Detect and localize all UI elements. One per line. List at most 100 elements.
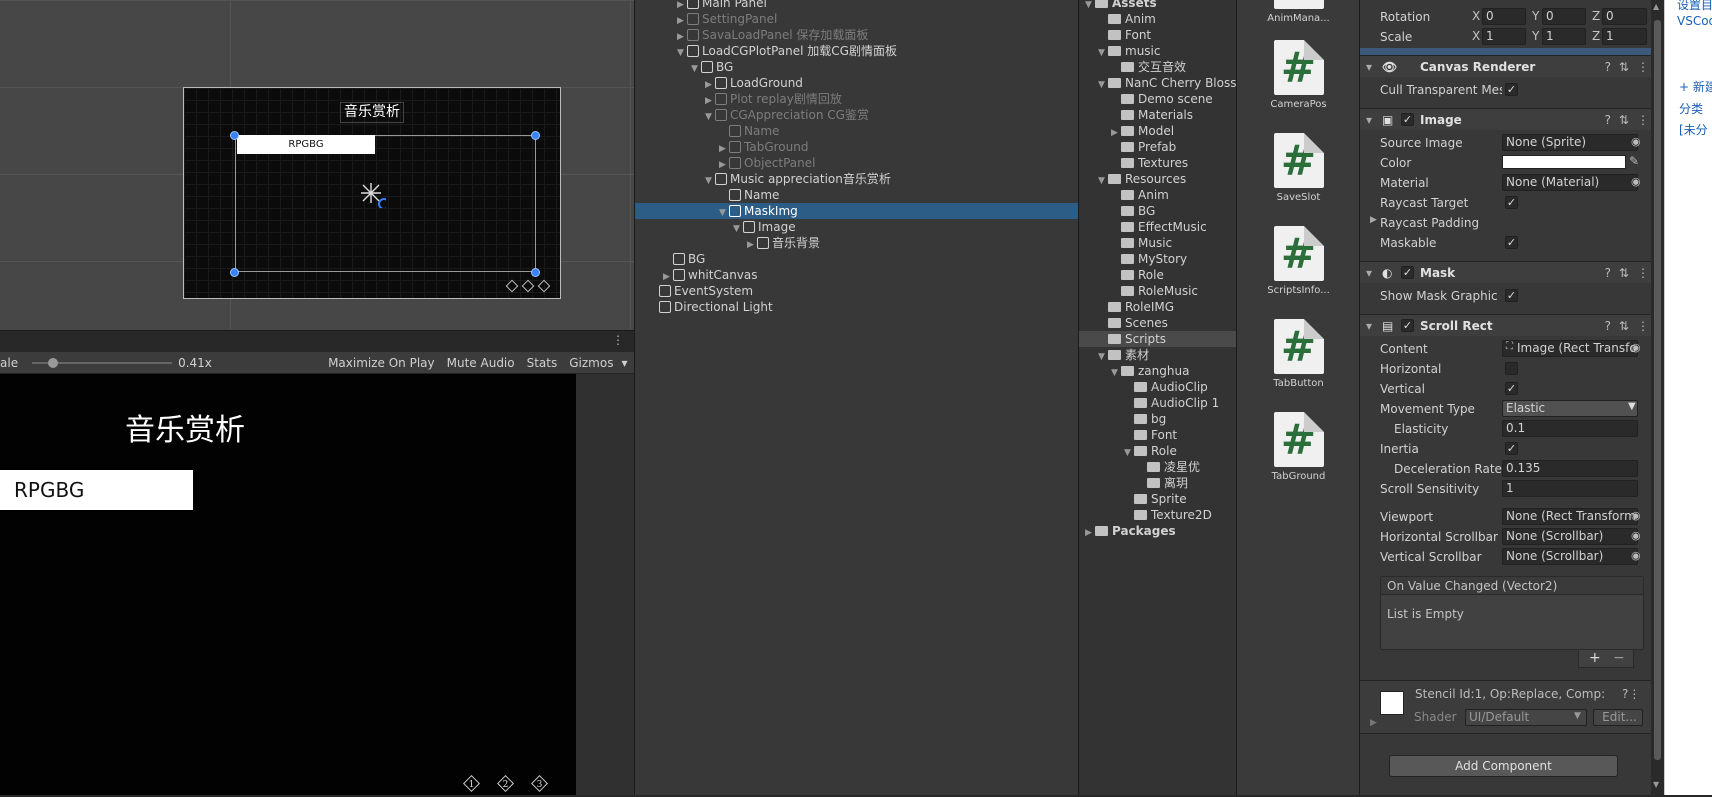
folder-arrow-icon[interactable]: ▼ xyxy=(1098,45,1108,59)
scale-z-field[interactable]: 1 xyxy=(1602,28,1647,45)
raycast-padding-foldout-icon[interactable]: ▶ xyxy=(1370,215,1377,225)
folder-arrow-icon[interactable]: ▼ xyxy=(1111,365,1121,379)
folder-arrow-icon[interactable]: ▶ xyxy=(1085,525,1095,539)
project-folder-item[interactable]: Texture2D xyxy=(1079,507,1237,523)
project-folder-item[interactable]: Anim xyxy=(1079,187,1237,203)
raycast-target-checkbox[interactable]: ✓ xyxy=(1505,196,1518,209)
mute-audio-button[interactable]: Mute Audio xyxy=(441,356,521,370)
external-link-2[interactable]: VSCod xyxy=(1677,14,1712,28)
rotation-y-field[interactable]: 0 xyxy=(1542,8,1586,25)
mask-component-header[interactable]: ▾ ◐ ✓ Mask ?⇅⋮ xyxy=(1360,261,1665,283)
project-folder-item[interactable]: ▼ Role xyxy=(1079,443,1237,459)
project-folder-item[interactable]: ▶ Packages xyxy=(1079,523,1237,539)
project-folder-item[interactable]: bg xyxy=(1079,411,1237,427)
project-folder-item[interactable]: ▼ music xyxy=(1079,43,1237,59)
project-folder-item[interactable]: ▼ 素材 xyxy=(1079,347,1237,363)
maximize-on-play-button[interactable]: Maximize On Play xyxy=(322,356,441,370)
hierarchy-item[interactable]: ▶ SettingPanel xyxy=(635,11,1079,27)
deceleration-rate-field[interactable]: 0.135 xyxy=(1502,460,1638,477)
project-folder-item[interactable]: ▼ Assets xyxy=(1079,0,1237,11)
hierarchy-item[interactable]: ▼ LoadCGPlotPanel 加载CG剧情面板 xyxy=(635,43,1079,59)
content-field[interactable]: Image (Rect Transfo xyxy=(1502,340,1638,357)
add-component-button[interactable]: Add Component xyxy=(1389,755,1618,777)
image-component-header[interactable]: ▾ ▣ ✓ Image ?⇅⋮ xyxy=(1360,108,1665,130)
dropdown-arrow-icon[interactable]: ▼ xyxy=(1574,711,1581,721)
scene-view[interactable]: 音乐赏析 RPGBG xyxy=(0,0,634,330)
project-folder-item[interactable]: Demo scene xyxy=(1079,91,1237,107)
scroll-sensitivity-field[interactable]: 1 xyxy=(1502,480,1638,497)
scale-y-field[interactable]: 1 xyxy=(1542,28,1586,45)
rect-handle-top-right[interactable] xyxy=(531,131,540,140)
scroll-down-icon[interactable]: ▼ xyxy=(1653,780,1659,789)
script-asset[interactable]: # AnimMana... xyxy=(1237,0,1360,24)
folder-arrow-icon[interactable]: ▼ xyxy=(1098,77,1108,91)
object-picker-icon[interactable]: ◉ xyxy=(1631,135,1641,148)
external-link-4[interactable]: 分类 xyxy=(1679,100,1703,117)
inspector-scrollbar[interactable]: ▲ ▼ xyxy=(1651,0,1664,795)
cull-transparent-checkbox[interactable]: ✓ xyxy=(1505,83,1518,96)
hierarchy-item[interactable]: ▶ Main Panel xyxy=(635,0,1079,11)
object-picker-icon[interactable]: ◉ xyxy=(1631,175,1641,188)
project-folder-item[interactable]: Materials xyxy=(1079,107,1237,123)
project-folder-item[interactable]: Music xyxy=(1079,235,1237,251)
object-picker-icon[interactable]: ◉ xyxy=(1631,509,1641,522)
source-image-field[interactable]: None (Sprite) xyxy=(1502,134,1638,151)
movement-type-dropdown[interactable]: Elastic xyxy=(1502,400,1638,417)
script-asset[interactable]: # TabGround xyxy=(1237,412,1360,482)
object-picker-icon[interactable]: ◉ xyxy=(1631,549,1641,562)
folder-arrow-icon[interactable]: ▼ xyxy=(1098,173,1108,187)
rect-handle-bottom-left[interactable] xyxy=(230,268,239,277)
raycast-padding-label[interactable]: Raycast Padding xyxy=(1380,214,1479,232)
folder-arrow-icon[interactable]: ▶ xyxy=(1111,125,1121,139)
hierarchy-item[interactable]: BG xyxy=(635,251,1079,267)
scene-title-text[interactable]: 音乐赏析 xyxy=(340,102,404,123)
project-folder-item[interactable]: 交互音效 xyxy=(1079,59,1237,75)
hierarchy-item[interactable]: ▶ SavaLoadPanel 保存加载面板 xyxy=(635,27,1079,43)
project-folder-item[interactable]: ▼ NanC Cherry Blosso xyxy=(1079,75,1237,91)
rotation-x-field[interactable]: 0 xyxy=(1482,8,1526,25)
shader-edit-button[interactable]: Edit... xyxy=(1593,709,1643,726)
project-folder-item[interactable]: Textures xyxy=(1079,155,1237,171)
show-mask-graphic-checkbox[interactable]: ✓ xyxy=(1505,289,1518,302)
scene-rpgbg-label[interactable]: RPGBG xyxy=(237,135,375,154)
scale-slider[interactable] xyxy=(24,355,173,371)
object-picker-icon[interactable]: ◉ xyxy=(1631,341,1641,354)
project-folder-item[interactable]: ▶ Model xyxy=(1079,123,1237,139)
help-icon[interactable]: ?⋮ xyxy=(1622,687,1640,701)
project-folder-item[interactable]: 离玥 xyxy=(1079,475,1237,491)
project-folder-item[interactable]: BG xyxy=(1079,203,1237,219)
hierarchy-item[interactable]: ▶ TabGround xyxy=(635,139,1079,155)
hierarchy-item[interactable]: ▶ LoadGround xyxy=(635,75,1079,91)
add-event-button[interactable]: + xyxy=(1589,650,1601,666)
scroll-rect-header[interactable]: ▾ ▤ ✓ Scroll Rect ?⇅⋮ xyxy=(1360,314,1665,336)
rotation-z-field[interactable]: 0 xyxy=(1602,8,1647,25)
remove-event-button[interactable]: − xyxy=(1613,650,1625,666)
game-view[interactable] xyxy=(0,374,576,795)
hierarchy-item[interactable]: ▼ BG xyxy=(635,59,1079,75)
horizontal-checkbox[interactable] xyxy=(1505,362,1518,375)
folder-arrow-icon[interactable]: ▼ xyxy=(1098,349,1108,363)
rect-handle-top-left[interactable] xyxy=(230,131,239,140)
hierarchy-item[interactable]: ▶ 音乐背景 xyxy=(635,235,1079,251)
elasticity-field[interactable]: 0.1 xyxy=(1502,420,1638,437)
hierarchy-item[interactable]: ▼ CGAppreciation CG鉴赏 xyxy=(635,107,1079,123)
project-folder-item[interactable]: Sprite xyxy=(1079,491,1237,507)
hierarchy-item[interactable]: Name xyxy=(635,187,1079,203)
hierarchy-item[interactable]: ▶ whitCanvas xyxy=(635,267,1079,283)
vertical-checkbox[interactable]: ✓ xyxy=(1505,382,1518,395)
more-options-icon[interactable]: ⋮ xyxy=(612,333,624,347)
inertia-checkbox[interactable]: ✓ xyxy=(1505,442,1518,455)
hierarchy-item[interactable]: ▶ Plot replay剧情回放 xyxy=(635,91,1079,107)
project-folder-item[interactable]: RoleIMG xyxy=(1079,299,1237,315)
external-link-3[interactable]: + 新建 xyxy=(1679,78,1712,95)
hierarchy-item[interactable]: Name xyxy=(635,123,1079,139)
horizontal-scrollbar-field[interactable]: None (Scrollbar) xyxy=(1502,528,1638,545)
object-picker-icon[interactable]: ◉ xyxy=(1631,529,1641,542)
project-folder-item[interactable]: Prefab xyxy=(1079,139,1237,155)
script-asset[interactable]: # SaveSlot xyxy=(1237,133,1360,203)
hierarchy-item[interactable]: ▶ ObjectPanel xyxy=(635,155,1079,171)
folder-arrow-icon[interactable]: ▼ xyxy=(1085,0,1095,11)
shader-dropdown[interactable]: UI/Default xyxy=(1465,709,1587,726)
external-link-5[interactable]: [未分 xyxy=(1679,121,1708,138)
scroll-up-icon[interactable]: ▲ xyxy=(1653,2,1659,11)
